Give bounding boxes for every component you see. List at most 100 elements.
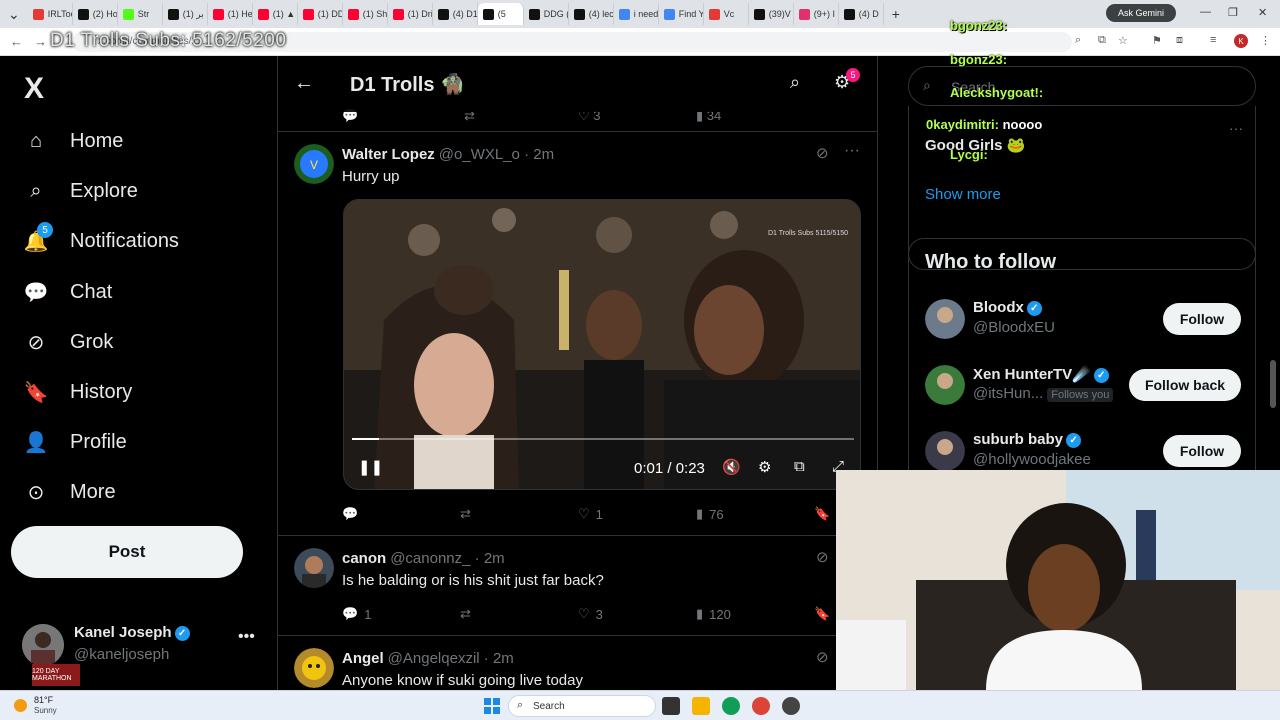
grok-icon[interactable]: ⊘ — [816, 648, 829, 666]
follow-button[interactable]: Follow back — [1129, 369, 1241, 401]
windows-start-icon[interactable] — [484, 698, 500, 714]
back-icon[interactable]: ← — [10, 34, 23, 49]
follow-button[interactable]: Follow — [1163, 303, 1241, 335]
like-icon[interactable]: ♡ 3 — [578, 604, 696, 624]
profile-avatar[interactable]: K — [1234, 34, 1248, 48]
install-icon[interactable]: ⧉ — [1098, 34, 1106, 47]
browser-tab[interactable]: DDG ( — [524, 3, 569, 25]
video-progress-bar[interactable] — [352, 438, 854, 440]
show-more-link[interactable]: Show more — [925, 186, 1001, 203]
extension-icon[interactable]: ⚑ — [1152, 34, 1162, 47]
nav-item-home[interactable]: ⌂ Home — [22, 121, 123, 161]
nav-item-chat[interactable]: 💬 Chat — [22, 272, 113, 312]
browser-tab[interactable]: (39)V — [749, 3, 794, 25]
forward-icon[interactable]: → — [34, 34, 47, 49]
bookmark-icon[interactable]: 🔖 — [814, 504, 830, 524]
browser-tab[interactable]: i need — [614, 3, 659, 25]
mute-icon[interactable]: 🔇 — [722, 458, 741, 476]
tweet-author[interactable]: Angel @Angelqexzil · 2m — [342, 650, 514, 667]
views-icon[interactable]: ▮ 120 — [696, 604, 814, 624]
tweet-author[interactable]: canon @canonnz_ · 2m — [342, 550, 505, 567]
browser-tab[interactable]: (1) Dri — [388, 3, 433, 25]
account-switcher[interactable]: 120 DAY MARATHON Kanel Joseph ✓ @kaneljos… — [22, 624, 262, 688]
browser-tab[interactable]: (9+) I — [794, 3, 839, 25]
menu-icon[interactable]: ⋮ — [1260, 34, 1271, 47]
suggestion-name[interactable]: Xen HunterTV☄️ ✓ — [973, 365, 1109, 383]
tab-list-chevron-icon[interactable]: ⌄ — [0, 6, 28, 23]
nav-item-more[interactable]: ⊙ More — [22, 472, 116, 512]
star-icon[interactable]: ☆ — [1118, 34, 1128, 47]
browser-tab[interactable]: IRLToo — [28, 3, 73, 25]
browser-tab[interactable]: Str — [118, 3, 163, 25]
back-arrow-icon[interactable]: ← — [294, 72, 314, 95]
tweet[interactable]: V Walter Lopez @o_WXL_o · 2m Hurry up ⊘ ·… — [278, 132, 877, 536]
retweet-icon[interactable]: ⇄ — [460, 604, 578, 624]
minimize-icon[interactable]: — — [1200, 6, 1211, 18]
follow-suggestion[interactable]: Xen HunterTV☄️ ✓ @itsHun... Follows you Foll… — [925, 365, 1245, 415]
video-settings-icon[interactable]: ⚙ — [758, 458, 771, 476]
maximize-icon[interactable]: ❐ — [1228, 6, 1238, 19]
picture-in-picture-icon[interactable]: ⧉ — [794, 458, 805, 475]
trend-more-icon[interactable]: ··· — [1229, 120, 1243, 136]
nav-item-history[interactable]: 🔖 History — [22, 372, 133, 412]
nav-item-grok[interactable]: ⊘ Grok — [22, 322, 114, 362]
chrome-icon[interactable] — [752, 697, 770, 715]
ask-gemini-button[interactable]: Ask Gemini — [1106, 4, 1176, 22]
avatar[interactable] — [294, 648, 334, 688]
suggestion-name[interactable]: suburb baby ✓ — [973, 431, 1082, 448]
avatar[interactable] — [294, 548, 334, 588]
avatar[interactable] — [925, 299, 965, 339]
browser-tab[interactable]: (5 — [477, 3, 524, 25]
grok-icon[interactable]: ⊘ — [816, 548, 829, 566]
avatar[interactable] — [925, 431, 965, 471]
retweet-icon[interactable]: ⇄ — [460, 504, 578, 524]
nav-item-explore[interactable]: ⌕ Explore — [22, 171, 137, 211]
browser-tab[interactable]: (1) ▲ — [253, 3, 298, 25]
avatar[interactable]: V — [294, 144, 334, 184]
browser-tab[interactable]: (2) Ho — [73, 3, 118, 25]
browser-tab[interactable]: (4) D — [839, 3, 884, 25]
tweet[interactable]: Angel @Angelqexzil · 2m Anyone know if su… — [278, 636, 877, 690]
taskbar-search[interactable]: ⌕ Search — [508, 695, 656, 717]
new-tab-button[interactable]: + — [884, 6, 908, 22]
x-logo-icon[interactable]: X — [24, 72, 44, 106]
puzzle-icon[interactable]: ⧈ — [1176, 34, 1183, 47]
reply-icon[interactable]: 💬 1 — [342, 604, 460, 624]
file-explorer-icon[interactable] — [692, 697, 710, 715]
grok-icon[interactable]: ⊘ — [816, 144, 829, 162]
reply-icon[interactable]: 💬 — [342, 504, 460, 524]
post-button[interactable]: Post — [11, 526, 243, 578]
avatar[interactable] — [925, 365, 965, 405]
nav-item-notifications[interactable]: 🔔 5 Notifications — [22, 221, 179, 261]
account-more-icon[interactable]: ••• — [238, 628, 255, 646]
browser-tab[interactable]: (1) He — [208, 3, 253, 25]
tweet-author[interactable]: Walter Lopez @o_WXL_o · 2m — [342, 146, 554, 163]
views-icon[interactable]: ▮ 76 — [696, 504, 814, 524]
follow-button[interactable]: Follow — [1163, 435, 1241, 467]
pause-icon[interactable]: ❚❚ — [358, 458, 383, 476]
browser-tab[interactable]: (4) D1 — [433, 3, 478, 25]
like-icon[interactable]: ♡ 1 — [578, 504, 696, 524]
task-view-icon[interactable] — [662, 697, 680, 715]
tweet[interactable]: canon @canonnz_ · 2m Is he balding or is … — [278, 536, 877, 636]
browser-tab[interactable]: (1) DD — [298, 3, 343, 25]
browser-tab[interactable]: (1) بر — [163, 3, 208, 25]
tweet-video[interactable]: D1 Trolls Subs 5115/5150 ❚❚ 0:01 / 0:23 … — [343, 199, 861, 490]
browser-tab[interactable]: Vc — [704, 3, 749, 25]
nav-item-profile[interactable]: 👤 Profile — [22, 422, 127, 462]
weather-temp[interactable]: 81°F — [34, 695, 53, 705]
suggestion-name[interactable]: Bloodx ✓ — [973, 299, 1042, 316]
media-icon[interactable]: ≡ — [1210, 34, 1216, 46]
scrollbar[interactable] — [1270, 360, 1276, 408]
zoom-icon[interactable]: ⌕ — [1075, 34, 1081, 47]
bookmark-icon[interactable]: 🔖 — [814, 604, 830, 624]
more-icon[interactable]: ··· — [844, 142, 860, 160]
follow-suggestion[interactable]: Bloodx ✓ @BloodxEU Follow — [925, 299, 1245, 349]
edge-icon[interactable] — [722, 697, 740, 715]
browser-tab[interactable]: Find Y — [659, 3, 704, 25]
close-window-icon[interactable]: ✕ — [1258, 6, 1267, 19]
browser-tab[interactable]: (1) Sh — [343, 3, 388, 25]
app-icon[interactable] — [782, 697, 800, 715]
browser-tab[interactable]: (4) lec — [569, 3, 614, 25]
search-icon[interactable]: ⌕ — [790, 72, 800, 93]
